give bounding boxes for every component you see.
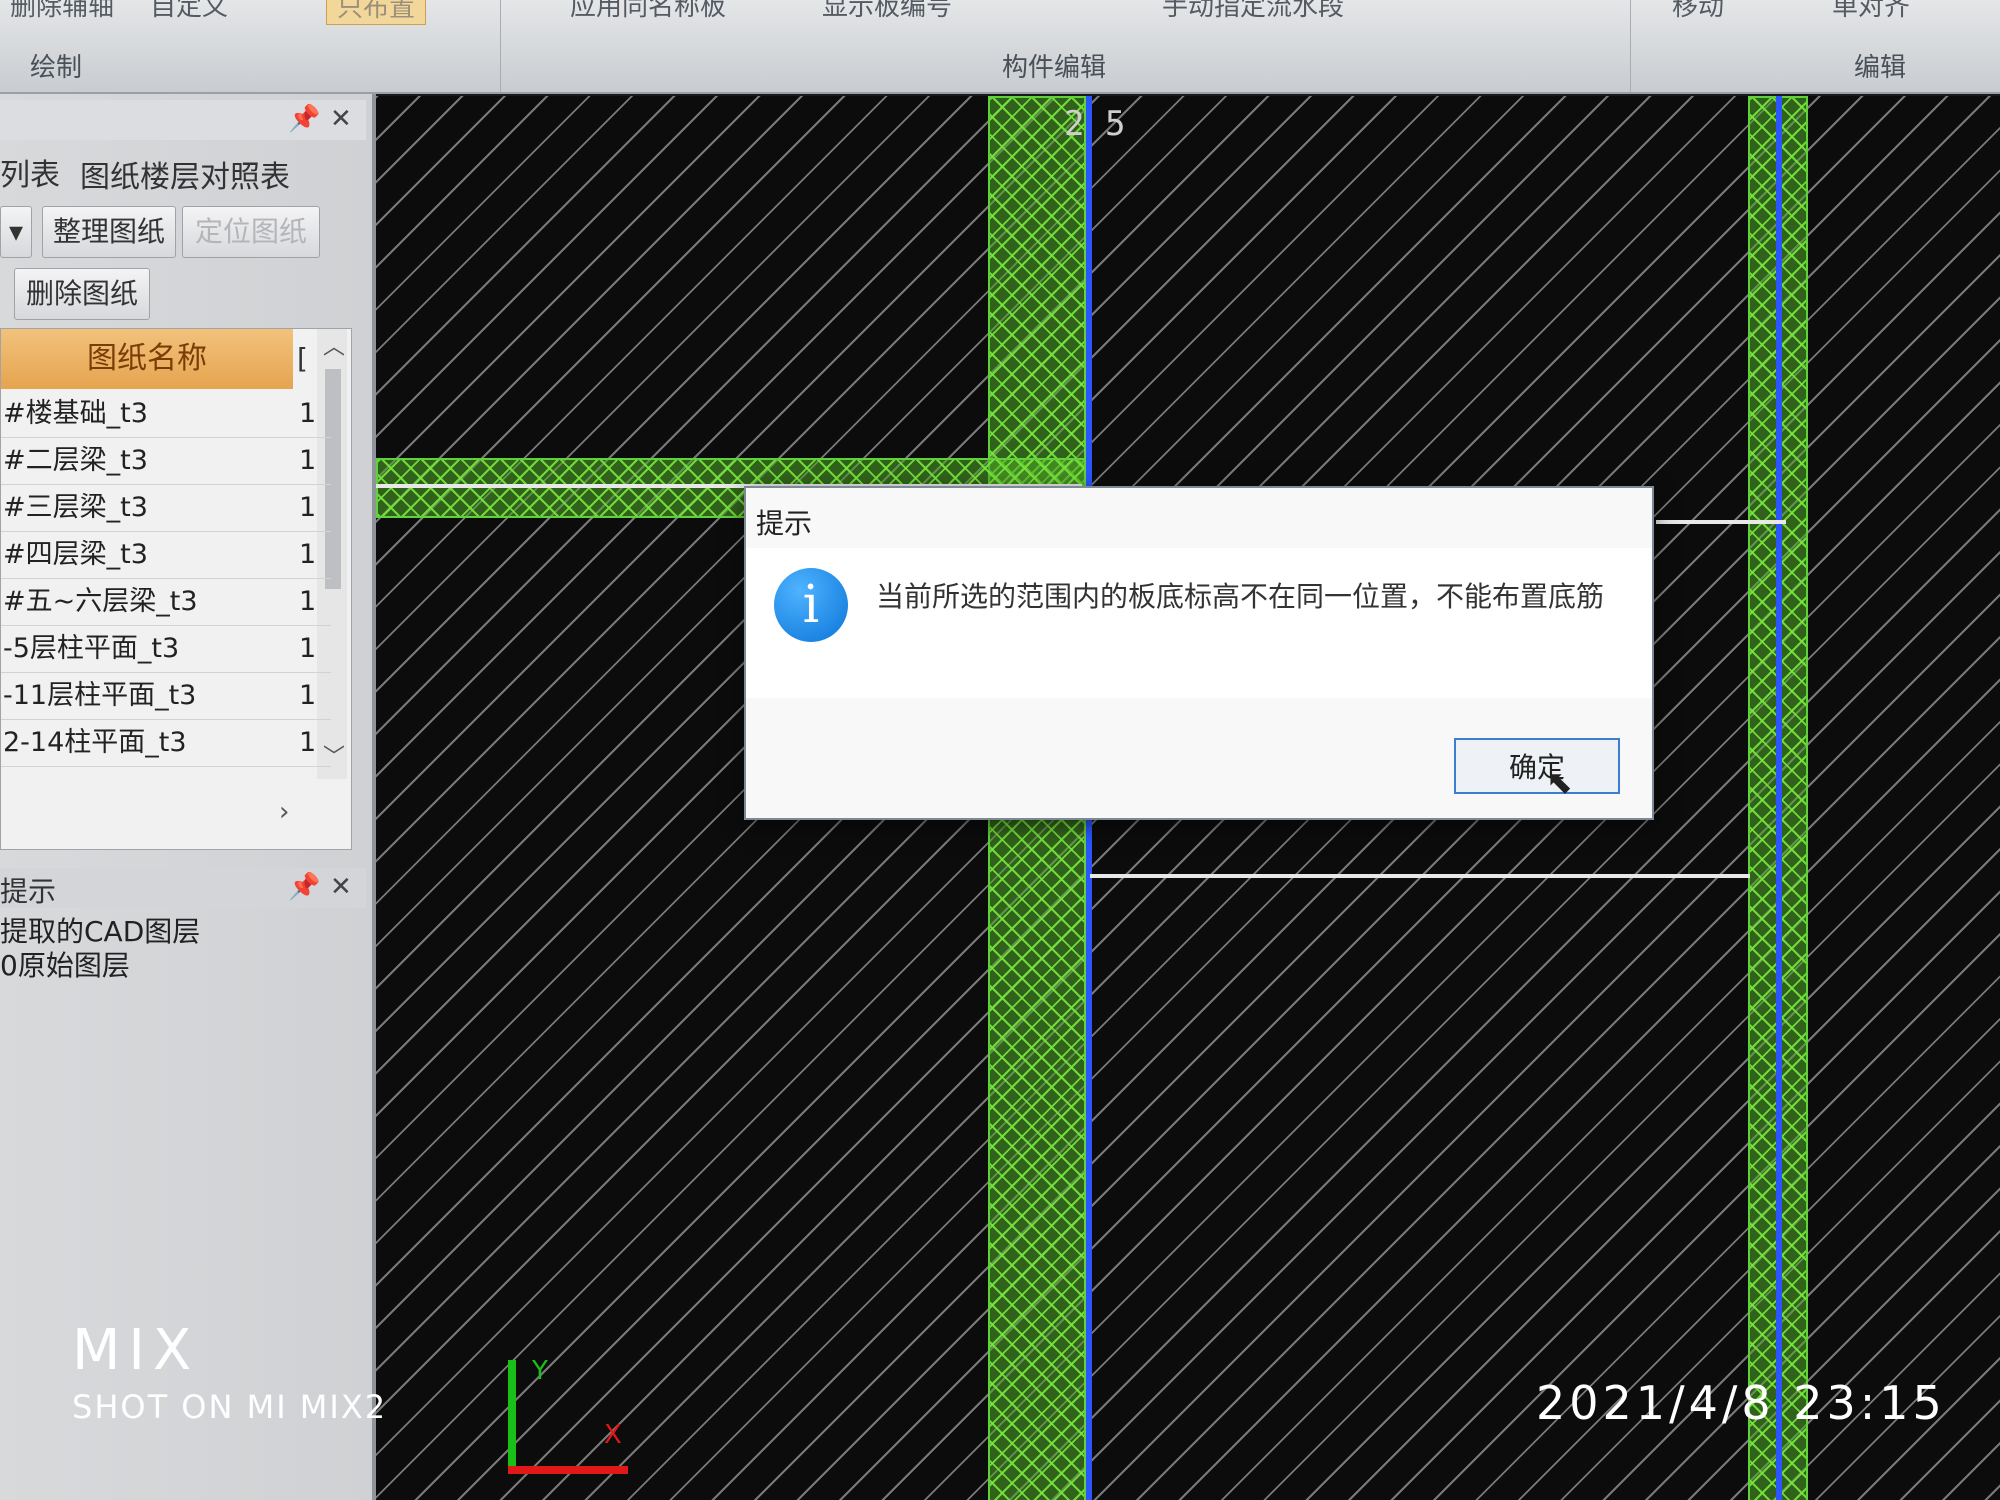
hint-panel-header: 提示 📌 ✕ [0, 868, 366, 908]
ribbon-group-title-draw: 绘制 [30, 53, 83, 83]
drawing-name: #三层梁_t3 [3, 492, 148, 523]
drawing-name: #楼基础_t3 [3, 398, 148, 429]
align-command[interactable]: 单对齐 [1832, 0, 1910, 23]
tab-list[interactable]: 列表 [0, 150, 60, 194]
close-icon[interactable]: ✕ [330, 104, 352, 134]
delete-drawing-button[interactable]: 删除图纸 [14, 268, 150, 320]
drawing-num: 1 [299, 539, 317, 570]
column-header-num[interactable]: [ [297, 329, 317, 389]
ucs-y-axis [508, 1360, 516, 1472]
drawing-name: -5层柱平面_t3 [3, 633, 180, 664]
manual-segment-command[interactable]: 手动指定流水段 [1162, 0, 1344, 23]
ribbon-group-component-edit: 应用同名称板 显示板编号 手动指定流水段 构件编辑 [502, 0, 1631, 92]
dialog-message: 当前所选的范围内的板底标高不在同一位置，不能布置底筋 [876, 580, 1605, 613]
drawing-name: #二层梁_t3 [3, 445, 148, 476]
list-item[interactable]: -11层柱平面_t3 1 [1, 673, 331, 720]
ribbon-group-edit: 移动 单对齐 编辑 [1632, 0, 2000, 92]
axis-label: 2 5 [1064, 104, 1126, 144]
prompt-dialog: 提示 i 当前所选的范围内的板底标高不在同一位置，不能布置底筋 确定 ⬉ [744, 486, 1654, 820]
ribbon-toolbar: 删除辅轴 自定义 只布置 绘制 应用同名称板 显示板编号 手动指定流水段 构件编… [0, 0, 2000, 94]
drawing-num: 1 [299, 633, 317, 664]
drawing-name: #五~六层梁_t3 [3, 586, 198, 617]
move-command[interactable]: 移动 [1672, 0, 1724, 23]
axis-line-blue-right [1776, 96, 1782, 1500]
tab-floor-map[interactable]: 图纸楼层对照表 [80, 152, 290, 196]
list-item[interactable]: #四层梁_t3 1 [1, 532, 331, 579]
place-only-command[interactable]: 只布置 [326, 0, 427, 25]
hint-panel-title: 提示 [0, 875, 57, 908]
ucs-x-axis [508, 1466, 628, 1474]
drawing-name: 2-14柱平面_t3 [3, 727, 187, 758]
watermark-logo: MIX [72, 1318, 200, 1383]
dialog-title: 提示 [756, 507, 813, 540]
pin-icon[interactable]: 📌 [288, 872, 320, 902]
drawing-num: 1 [299, 492, 317, 523]
watermark-shot-on: SHOT ON MI MIX2 [72, 1388, 388, 1426]
drawing-name: -11层柱平面_t3 [3, 680, 197, 711]
show-slab-id-command[interactable]: 显示板编号 [822, 0, 952, 23]
drawing-num: 1 [299, 727, 317, 758]
white-line-lower [1090, 874, 1750, 878]
hint-line-original-layer: 0原始图层 [0, 949, 130, 982]
ok-button[interactable]: 确定 [1454, 738, 1620, 794]
apply-same-name-command[interactable]: 应用同名称板 [570, 0, 726, 23]
locate-drawing-button[interactable]: 定位图纸 [182, 206, 320, 258]
ribbon-group-draw: 删除辅轴 自定义 只布置 绘制 [0, 0, 501, 92]
organize-drawing-button[interactable]: 整理图纸 [42, 206, 176, 258]
list-item[interactable]: -5层柱平面_t3 1 [1, 626, 331, 673]
pin-icon[interactable]: 📌 [288, 104, 320, 134]
panel-header: 📌 ✕ [0, 100, 366, 140]
ucs-x-label: X [604, 1420, 622, 1450]
close-icon[interactable]: ✕ [330, 872, 352, 902]
list-item[interactable]: #二层梁_t3 1 [1, 438, 331, 485]
mouse-cursor-icon: ⬉ [1546, 763, 1573, 801]
drawing-num: 1 [299, 398, 317, 429]
list-item[interactable]: #五~六层梁_t3 1 [1, 579, 331, 626]
list-item[interactable]: #楼基础_t3 1 [1, 391, 331, 438]
ucs-y-label: Y [532, 1356, 548, 1386]
list-item[interactable]: 2-14柱平面_t3 1 [1, 720, 331, 767]
drawing-num: 1 [299, 445, 317, 476]
chevron-right-icon[interactable]: › [279, 797, 289, 827]
delete-axis-command[interactable]: 删除辅轴 [10, 0, 114, 23]
info-icon: i [774, 568, 848, 642]
drawing-num: 1 [299, 680, 317, 711]
ribbon-group-title-component-edit: 构件编辑 [1002, 53, 1107, 83]
scroll-up-icon[interactable]: ︿ [323, 329, 345, 361]
drawing-num: 1 [299, 586, 317, 617]
ribbon-group-title-edit: 编辑 [1854, 53, 1907, 83]
drawing-name: #四层梁_t3 [3, 539, 148, 570]
drawing-list: 图纸名称 [ ︿ ﹀ #楼基础_t3 1 #二层梁_t3 1 #三层梁_t3 1 #四… [0, 328, 352, 850]
list-item[interactable]: #三层梁_t3 1 [1, 485, 331, 532]
dialog-body: i 当前所选的范围内的板底标高不在同一位置，不能布置底筋 [746, 548, 1652, 698]
custom-command[interactable]: 自定义 [150, 0, 228, 23]
watermark-datetime: 2021/4/8 23:15 [1536, 1376, 1946, 1430]
white-line-upper-right [1656, 520, 1786, 524]
dropdown-button[interactable]: ▾ [0, 206, 32, 258]
drawing-management-panel: 📌 ✕ 列表 图纸楼层对照表 ▾ 整理图纸 定位图纸 删除图纸 图纸名称 [ ︿… [0, 94, 376, 1500]
column-header-name[interactable]: 图纸名称 [1, 329, 293, 389]
